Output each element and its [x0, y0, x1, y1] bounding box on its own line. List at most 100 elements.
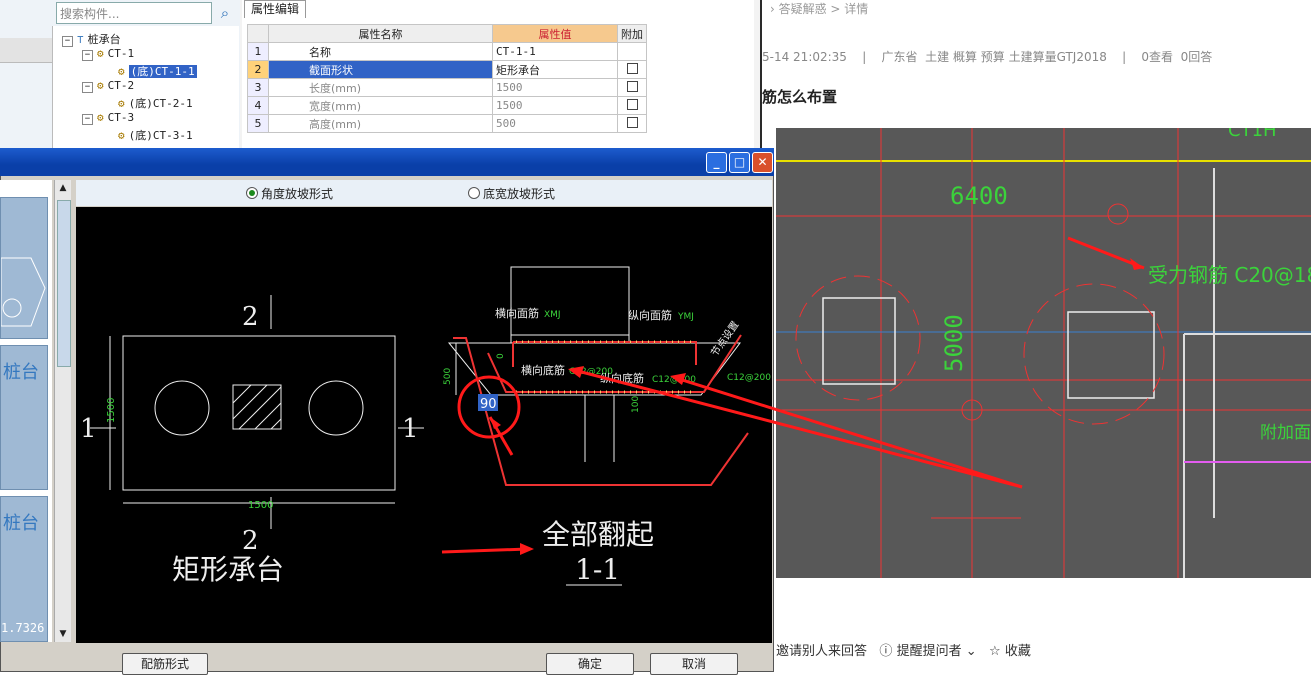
extra-checkbox-cell[interactable] — [617, 60, 647, 79]
shape-thumbnail-list: 桩台 桩台 1.7326 — [0, 180, 52, 642]
property-value[interactable]: 1500 — [492, 78, 618, 97]
dim-zero: 0 — [496, 353, 506, 359]
radio-label: 底宽放坡形式 — [483, 187, 556, 201]
scroll-down-icon[interactable]: ▼ — [57, 628, 69, 640]
cad-tag: CT1H — [1228, 128, 1277, 141]
radio-label: 角度放坡形式 — [261, 187, 334, 201]
tree-item-ct1-1[interactable]: ⚙ (底)CT-1-1 — [118, 63, 197, 79]
label-side: 节点设置 — [709, 319, 742, 359]
remind-asker-link[interactable]: 提醒提问者 — [897, 644, 962, 659]
property-value[interactable]: 1500 — [492, 96, 618, 115]
invite-answer-link[interactable]: 邀请别人来回答 — [776, 644, 867, 659]
radio-icon — [468, 187, 480, 199]
search-input[interactable]: 搜索构件... — [56, 2, 212, 24]
property-value[interactable]: 500 — [492, 114, 618, 133]
tree-item-ct3-1[interactable]: ⚙ (底)CT-3-1 — [118, 127, 193, 143]
property-grid: 属性名称 属性值 附加 1 名称 CT-1-1 2 截面形状 矩形承台 3 长度… — [247, 24, 647, 133]
radio-selected-icon — [246, 187, 258, 199]
tree-label: (底)CT-3-1 — [128, 129, 193, 142]
excavation-outline — [453, 337, 749, 486]
checkbox[interactable] — [626, 80, 638, 92]
collapse-icon[interactable]: − — [82, 82, 93, 93]
code-bottom-longitudinal: C12@200 — [652, 375, 696, 385]
gear-icon: ⚙ — [118, 65, 125, 78]
thumbnail-label: 桩台 — [3, 513, 39, 534]
checkbox[interactable] — [626, 62, 638, 74]
tree-root-pile-cap[interactable]: − ⊤ 桩承台 — [62, 31, 121, 47]
dialog-titlebar[interactable] — [0, 148, 774, 176]
thumbnail-scrollbar[interactable]: ▲ ▼ — [54, 180, 71, 642]
tree-item-ct3[interactable]: − ⚙ CT-3 — [82, 111, 134, 125]
property-name: 高度(mm) — [268, 114, 493, 133]
scroll-up-icon[interactable]: ▲ — [57, 182, 69, 194]
chevron-down-icon[interactable]: ⌄ — [962, 644, 977, 659]
property-value[interactable]: CT-1-1 — [492, 42, 618, 61]
cad-dim-height: 5000 — [940, 314, 968, 372]
tree-item-ct1[interactable]: − ⚙ CT-1 — [82, 47, 134, 61]
pile-cap-outline — [1067, 311, 1155, 399]
scroll-thumb[interactable] — [57, 200, 71, 367]
collapse-icon[interactable]: − — [62, 36, 73, 47]
code-right: C12@200 — [727, 373, 771, 383]
collapse-icon[interactable]: − — [82, 114, 93, 125]
question-meta: 5-14 21:02:35 | 广东省 土建 概算 预算 土建算量GTJ2018… — [762, 50, 1213, 64]
property-value[interactable]: 矩形承台 — [492, 60, 618, 79]
dashed-circle — [1023, 283, 1165, 425]
column-header-name: 属性名称 — [268, 24, 493, 43]
table-row[interactable]: 1 名称 CT-1-1 — [247, 42, 647, 61]
gear-icon: ⚙ — [118, 129, 125, 142]
maximize-button[interactable]: □ — [729, 152, 750, 173]
tree-label: 桩承台 — [87, 33, 121, 46]
shape-thumbnail[interactable] — [0, 197, 48, 339]
table-row[interactable]: 2 截面形状 矩形承台 — [247, 60, 647, 79]
collapse-icon[interactable]: − — [82, 50, 93, 61]
table-row[interactable]: 4 宽度(mm) 1500 — [247, 96, 647, 115]
thumbnail-drawing — [0, 257, 46, 327]
close-button[interactable]: ✕ — [752, 152, 773, 173]
property-name: 宽度(mm) — [268, 96, 493, 115]
row-number: 1 — [247, 42, 269, 61]
gear-icon: ⚙ — [97, 47, 104, 60]
radio-width-slope[interactable]: 底宽放坡形式 — [468, 185, 555, 202]
tree-item-ct2-1[interactable]: ⚙ (底)CT-2-1 — [118, 95, 193, 111]
label-top-transverse: 横向面筋 — [495, 306, 539, 320]
plan-title: 矩形承台 — [172, 553, 284, 586]
checkbox[interactable] — [626, 116, 638, 128]
shape-thumbnail[interactable]: 桩台 1.7326 — [0, 496, 48, 642]
plan-width-dim: 1500 — [248, 500, 273, 511]
article-actions: 邀请别人来回答 ⓘ 提醒提问者 ⌄ ☆ 收藏 — [776, 640, 1031, 659]
pile-cap-drawing: 2 2 1 1 1500 1500 矩形承台 横向面筋 XMJ 纵向面筋 YMJ… — [80, 266, 771, 586]
radio-angle-slope[interactable]: 角度放坡形式 — [246, 185, 333, 202]
cad-note: 受力钢筋 C20@180 — [1148, 263, 1311, 287]
extra-checkbox-cell[interactable] — [617, 78, 647, 97]
cad-drawing: 6400 5000 CT1H 受力钢筋 C20@180 附加面筋C — [776, 120, 1311, 578]
minimize-button[interactable]: _ — [706, 152, 727, 173]
shape-thumbnail[interactable]: 桩台 — [0, 345, 48, 490]
side-toolbar — [0, 38, 52, 63]
cad-screenshot: 6400 5000 CT1H 受力钢筋 C20@180 附加面筋C — [776, 120, 1311, 578]
column-header-extra: 附加 — [617, 24, 647, 43]
code-top-transverse: XMJ — [544, 310, 561, 320]
row-number: 5 — [247, 114, 269, 133]
gear-icon: ⚙ — [97, 111, 104, 124]
property-name: 名称 — [268, 42, 493, 61]
column-header-value: 属性值 — [492, 24, 618, 43]
tree-label: CT-1 — [107, 47, 135, 60]
section-label: 2 — [242, 302, 259, 332]
tab-property-edit[interactable]: 属性编辑 — [244, 0, 306, 18]
table-row[interactable]: 5 高度(mm) 500 — [247, 114, 647, 133]
table-row[interactable]: 3 长度(mm) 1500 — [247, 78, 647, 97]
pile-cap-icon: ⊤ — [77, 33, 84, 46]
red-arrowhead — [490, 417, 501, 429]
dim-height: 500 — [443, 368, 453, 385]
extra-checkbox-cell[interactable] — [617, 114, 647, 133]
breadcrumb[interactable]: › 答疑解惑 > 详情 — [770, 0, 868, 17]
angle-value[interactable]: 90 — [480, 397, 497, 412]
extra-checkbox-cell[interactable] — [617, 96, 647, 115]
search-icon[interactable]: ⌕ — [214, 2, 236, 24]
tree-item-ct2[interactable]: − ⚙ CT-2 — [82, 79, 134, 93]
checkbox[interactable] — [626, 98, 638, 110]
cad-note-2: 附加面筋C — [1260, 423, 1311, 443]
gear-icon: ⚙ — [118, 97, 125, 110]
favorite-link[interactable]: 收藏 — [1005, 644, 1031, 659]
